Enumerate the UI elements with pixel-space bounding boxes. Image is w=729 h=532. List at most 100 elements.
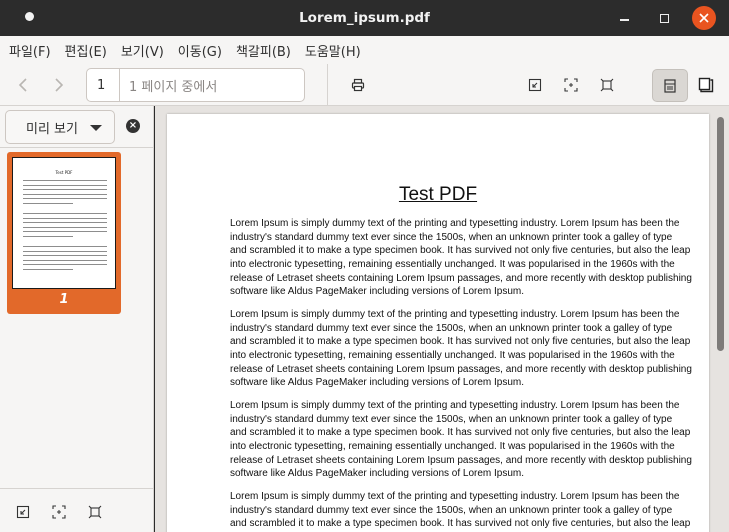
title-bar: Lorem_ipsum.pdf	[0, 0, 729, 36]
paragraph-line: software like Aldus PageMaker including …	[230, 286, 525, 298]
page-count-label: 1 페이지 중에서	[129, 79, 218, 95]
paragraph-line: release of Letraset sheets containing Lo…	[230, 363, 692, 375]
menu-help[interactable]: 도움말(H)	[298, 41, 368, 60]
paragraph-line: and scrambled it to make a type specimen…	[230, 427, 691, 439]
zoom-expand-icon	[600, 78, 614, 92]
sidebar-view-dropdown[interactable]: 미리 보기	[5, 110, 115, 144]
sidebar-zoom-in-button[interactable]	[84, 501, 106, 523]
shrink-icon	[16, 505, 30, 519]
vertical-scrollbar[interactable]	[717, 117, 724, 351]
paragraph-line: Lorem Ipsum is simply dummy text of the …	[230, 491, 680, 502]
paragraph-line: Lorem Ipsum is simply dummy text of the …	[230, 309, 680, 320]
thumbnail-page-preview: Test PDF	[12, 157, 116, 289]
paragraph-line: release of Letraset sheets containing Lo…	[230, 454, 692, 466]
page-thumbnail-selected[interactable]: Test PDF 1	[7, 152, 121, 314]
paragraph-line: into electronic typesetting, remaining e…	[230, 440, 675, 452]
print-button[interactable]	[345, 72, 371, 98]
zoom-fit-width-icon	[564, 78, 578, 92]
continuous-pages-icon	[664, 78, 676, 93]
thumbnail-line	[23, 269, 73, 270]
pdf-page: Test PDF Lorem Ipsum is simply dummy tex…	[167, 114, 709, 532]
thumbnail-line	[23, 217, 107, 219]
thumbnail-line	[23, 226, 107, 228]
thumbnail-line	[23, 222, 107, 224]
paragraph-line: and scrambled it to make a type specimen…	[230, 336, 691, 348]
maximize-button[interactable]	[652, 6, 676, 30]
paragraph-line: industry's standard dummy text ever sinc…	[230, 504, 673, 516]
paragraph: Lorem Ipsum is simply dummy text of the …	[230, 217, 692, 299]
paragraph: Lorem Ipsum is simply dummy text of the …	[230, 490, 691, 531]
caret-down-icon	[90, 125, 102, 131]
minimize-button[interactable]	[612, 6, 636, 30]
paragraph-line: and scrambled it to make a type specimen…	[230, 518, 691, 530]
page-selector: 1 1 페이지 중에서	[86, 68, 305, 102]
fit-corners-icon	[52, 505, 66, 519]
maximize-icon	[659, 13, 669, 23]
paragraph-line: software like Aldus PageMaker including …	[230, 377, 525, 389]
paragraph-line: software like Aldus PageMaker including …	[230, 468, 525, 480]
paragraph-line: industry's standard dummy text ever sinc…	[230, 413, 673, 425]
paragraph-line: into electronic typesetting, remaining e…	[230, 349, 675, 361]
thumbnail-line	[23, 231, 107, 233]
sidebar-bottom-bar	[0, 488, 154, 532]
menu-view[interactable]: 보기(V)	[114, 41, 171, 60]
sidebar-zoom-out-button[interactable]	[12, 501, 34, 523]
zoom-fit-page-button[interactable]	[522, 72, 548, 98]
document-view[interactable]: Test PDF Lorem Ipsum is simply dummy tex…	[155, 106, 729, 532]
thumbnail-line	[23, 213, 107, 214]
thumbnail-line	[23, 250, 107, 252]
zoom-original-button[interactable]	[594, 72, 620, 98]
sidebar: 미리 보기 × Test PDF 1	[0, 106, 154, 532]
paragraph-line: industry's standard dummy text ever sinc…	[230, 322, 673, 334]
toolbar-separator	[327, 64, 328, 106]
sidebar-fit-button[interactable]	[48, 501, 70, 523]
zoom-fit-page-icon	[528, 78, 542, 92]
menu-bookmarks[interactable]: 책갈피(B)	[229, 41, 298, 60]
paragraph-line: into electronic typesetting, remaining e…	[230, 258, 675, 270]
paragraph-line: Lorem Ipsum is simply dummy text of the …	[230, 218, 680, 229]
paragraph: Lorem Ipsum is simply dummy text of the …	[230, 308, 692, 390]
thumbnail-line	[23, 255, 107, 257]
close-icon	[699, 13, 709, 23]
expand-icon	[88, 505, 102, 519]
close-button[interactable]	[692, 6, 716, 30]
thumbnail-line	[23, 236, 73, 237]
zoom-fit-width-button[interactable]	[558, 72, 584, 98]
menu-file[interactable]: 파일(F)	[2, 41, 58, 60]
paragraph: Lorem Ipsum is simply dummy text of the …	[230, 399, 692, 481]
dual-page-toggle[interactable]	[693, 72, 719, 98]
sidebar-view-label: 미리 보기	[26, 121, 78, 137]
thumbnail-line	[23, 198, 107, 200]
close-sidebar-button[interactable]: ×	[126, 119, 140, 133]
paragraph-line: industry's standard dummy text ever sinc…	[230, 231, 673, 243]
menu-bar: 파일(F) 편집(E) 보기(V) 이동(G) 책갈피(B) 도움말(H)	[0, 36, 729, 64]
dual-page-icon	[698, 77, 714, 93]
continuous-view-toggle[interactable]	[652, 69, 688, 102]
next-page-button[interactable]	[46, 72, 72, 98]
thumbnail-line	[23, 203, 73, 204]
page-number-input[interactable]: 1	[87, 69, 120, 101]
paragraph-line: and scrambled it to make a type specimen…	[230, 245, 691, 257]
close-circle-icon: ×	[128, 120, 138, 131]
chevron-right-icon	[55, 78, 64, 92]
thumbnail-line	[23, 264, 107, 266]
printer-icon	[351, 78, 365, 92]
thumbnail-line	[23, 189, 107, 191]
thumbnail-page-label: 1	[59, 292, 69, 307]
menu-edit[interactable]: 편집(E)	[58, 41, 114, 60]
previous-page-button[interactable]	[10, 72, 36, 98]
paragraph-line: release of Letraset sheets containing Lo…	[230, 272, 692, 284]
minimize-icon	[619, 19, 629, 21]
thumbnail-title: Test PDF	[55, 170, 73, 175]
toolbar: 1 1 페이지 중에서	[0, 64, 729, 106]
paragraph-line: Lorem Ipsum is simply dummy text of the …	[230, 400, 680, 411]
thumbnail-line	[23, 180, 107, 181]
sidebar-divider	[0, 147, 154, 148]
thumbnail-line	[23, 184, 107, 186]
thumbnail-line	[23, 193, 107, 195]
menu-go[interactable]: 이동(G)	[171, 41, 229, 60]
thumbnail-line	[23, 259, 107, 261]
document-title: Test PDF	[398, 184, 478, 205]
thumbnail-line	[23, 246, 107, 247]
chevron-left-icon	[18, 78, 27, 92]
